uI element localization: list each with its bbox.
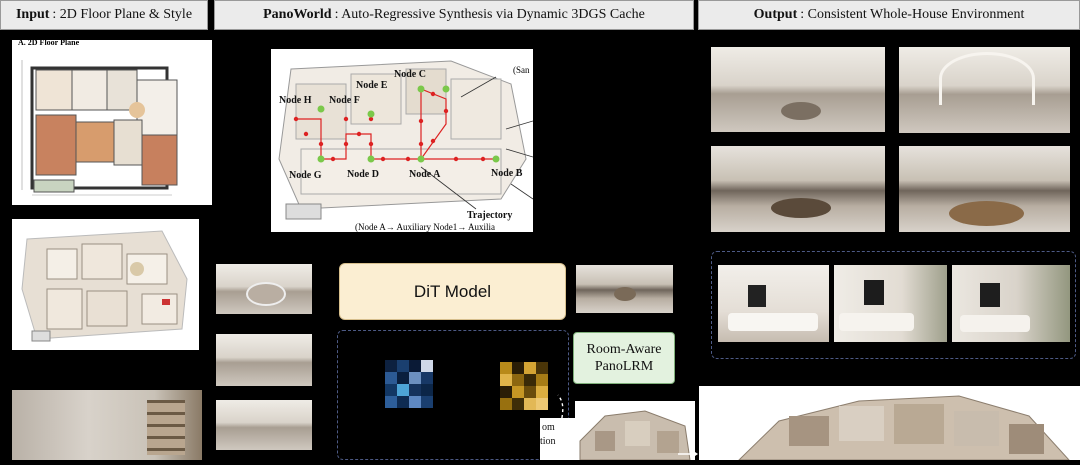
pano-thumb-3: [216, 400, 312, 450]
pano-output-thumb: [576, 265, 673, 313]
output-header: Output : Consistent Whole-House Environm…: [698, 0, 1080, 30]
input-header-bold: Input: [15, 7, 50, 22]
panoworld-header-text: : Auto-Regressive Synthesis via Dynamic …: [334, 7, 645, 22]
floor-plan-title: A. 2D Floor Plane: [18, 38, 80, 47]
output-pano-2: [899, 47, 1070, 133]
output-pano-1: [711, 47, 885, 132]
dit-model-label: DiT Model: [413, 281, 492, 301]
node-a-label: Node A: [409, 169, 441, 180]
gaussian-scene-image: [575, 401, 695, 461]
floor-plan-drawing: [21, 60, 178, 196]
whole-house-render: [699, 386, 1080, 461]
pano-thumb-1: [216, 264, 312, 314]
output-pano-4: [899, 146, 1070, 232]
isometric-house-image: [12, 219, 199, 350]
node-b-label: Node B: [491, 168, 523, 179]
dit-model-box: DiT Model: [339, 263, 566, 320]
trajectory-label: Trajectory: [467, 210, 512, 221]
node-h-label: Node H: [279, 95, 312, 106]
node-f-label: Node F: [329, 95, 360, 106]
node-d-label: Node D: [347, 169, 379, 180]
perspective-view-1: [718, 265, 829, 342]
fragment-line1: om: [542, 422, 555, 433]
trajectory-sequence-label: (Node A→ Auxiliary Node1→ Auxilia: [355, 222, 495, 232]
trajectory-diagram: Node H Node F Node E Node C Node G Node …: [278, 60, 534, 232]
floor-plan-image: A. 2D Floor Plane: [12, 38, 212, 205]
latent-grid-gold: [500, 362, 548, 410]
room-aware-line2: PanoLRM: [594, 359, 654, 374]
panoworld-header-bold: PanoWorld: [263, 7, 332, 22]
arrow-to-output: [678, 450, 698, 458]
sample-label: (San: [513, 65, 530, 75]
node-c-label: Node C: [394, 69, 426, 80]
panoworld-header: PanoWorld : Auto-Regressive Synthesis vi…: [214, 0, 694, 30]
perspective-view-2: [834, 265, 947, 342]
node-g-label: Node G: [289, 170, 322, 181]
latent-grid-blue: [385, 360, 433, 408]
fragment-line2: tion: [540, 436, 556, 447]
shelf-decor: [147, 400, 185, 455]
output-header-text: : Consistent Whole-House Environment: [800, 7, 1025, 22]
input-header-text: : 2D Floor Plane & Style: [52, 7, 193, 22]
isometric-house-drawing: [21, 230, 188, 342]
output-pano-3: [711, 146, 885, 232]
perspective-view-3: [952, 265, 1070, 342]
node-e-label: Node E: [356, 80, 388, 91]
room-aware-panolrm-box: Room-Aware PanoLRM: [573, 332, 675, 384]
style-reference-image: [12, 390, 202, 460]
room-aware-line1: Room-Aware: [586, 342, 662, 357]
input-header: Input : 2D Floor Plane & Style: [0, 0, 208, 30]
output-header-bold: Output: [753, 7, 798, 22]
trajectory-figure: Node H Node F Node E Node C Node G Node …: [271, 49, 534, 232]
pano-thumb-2: [216, 334, 312, 386]
